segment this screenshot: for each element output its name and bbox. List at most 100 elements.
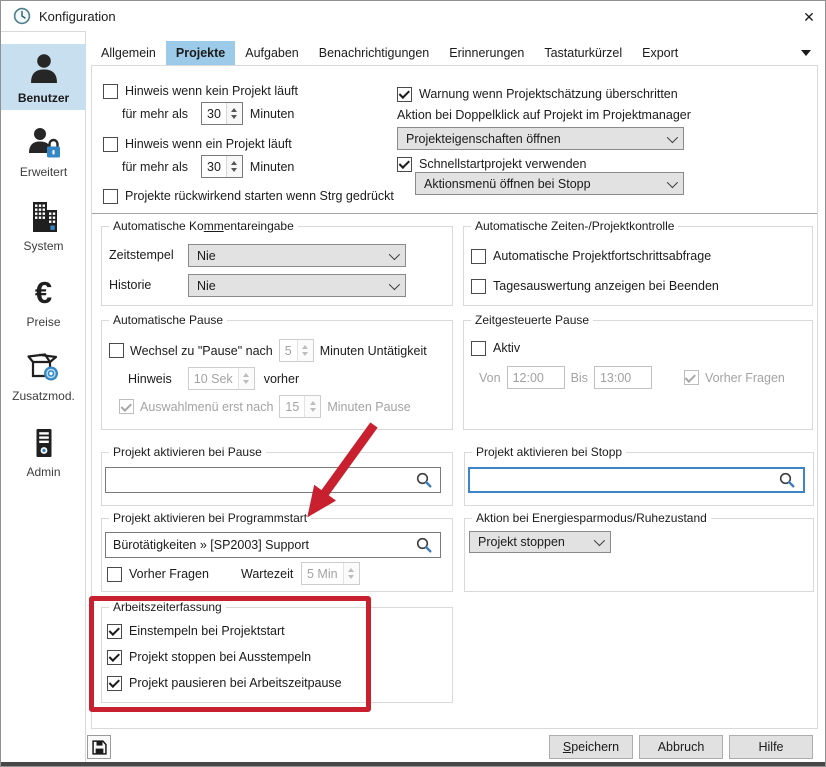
sidebar-item-benutzer[interactable]: Benutzer (1, 44, 86, 110)
energy-action-select[interactable]: Projekt stoppen (469, 531, 611, 553)
tab-bar: Allgemein Projekte Aufgaben Benachrichti… (91, 41, 688, 65)
search-icon[interactable] (778, 471, 796, 489)
checkbox-label: Auswahlmenü erst nach (140, 400, 273, 414)
sidebar: Benutzer Erweitert (1, 31, 86, 764)
tab-export[interactable]: Export (632, 41, 688, 65)
clock-app-icon (13, 7, 31, 25)
checkbox-label: Aktiv (493, 341, 520, 355)
historie-label: Historie (109, 278, 151, 292)
window-title: Konfiguration (39, 9, 116, 24)
hint-label: Hinweis (128, 372, 172, 386)
window-bottom-edge (1, 762, 825, 766)
search-icon[interactable] (415, 536, 433, 554)
sidebar-item-label: Preise (26, 315, 60, 329)
sidebar-item-label: Zusatzmod. (12, 389, 75, 403)
checkbox-estimate-warning[interactable] (397, 87, 412, 102)
checkbox-selection-menu (119, 399, 134, 414)
project-search-stopp[interactable] (468, 467, 805, 493)
group-title: Zeitgesteuerte Pause (471, 313, 593, 327)
for-more-than-label: für mehr als (122, 160, 188, 174)
tab-allgemein[interactable]: Allgemein (91, 41, 166, 65)
checkbox-one-project[interactable] (103, 137, 118, 152)
stepper-up-icon (231, 108, 237, 112)
chevron-down-icon (594, 535, 605, 546)
chevron-down-icon (389, 248, 400, 259)
checkbox-vorher-fragen-start[interactable] (107, 567, 122, 582)
close-icon[interactable]: ✕ (797, 6, 821, 28)
idle-tail-label: Minuten Untätigkeit (320, 344, 427, 358)
sidebar-item-label: Admin (26, 465, 60, 479)
checkbox-label: Automatische Projektfortschrittsabfrage (493, 249, 711, 263)
checkbox-row-daily-report[interactable]: Tagesauswertung anzeigen bei Beenden (471, 277, 719, 295)
computer-tower-icon (26, 425, 62, 461)
selected-option: Projekteigenschaften öffnen (406, 132, 561, 146)
checkbox-no-project[interactable] (103, 84, 118, 99)
group-title: Projekt aktivieren bei Pause (109, 445, 266, 459)
stepper-up-icon (310, 401, 316, 405)
one-project-minutes-stepper[interactable]: 30 (201, 155, 243, 178)
checkbox-row-retroactive[interactable]: Projekte rückwirkend starten wenn Strg g… (103, 187, 394, 205)
tab-erinnerungen[interactable]: Erinnerungen (439, 41, 534, 65)
checkbox-daily-report[interactable] (471, 279, 486, 294)
sidebar-item-preise[interactable]: € Preise (1, 268, 86, 334)
sidebar-item-erweitert[interactable]: Erweitert (1, 118, 86, 184)
doubleclick-action-select[interactable]: Projekteigenschaften öffnen (397, 127, 684, 150)
no-project-duration-row: für mehr als 30 Minuten (122, 102, 294, 125)
tab-tastaturkuerzel[interactable]: Tastaturkürzel (534, 41, 632, 65)
stepper-down-icon (231, 168, 237, 172)
checkbox-label: Projekte rückwirkend starten wenn Strg g… (125, 189, 394, 203)
sidebar-item-admin[interactable]: Admin (1, 418, 86, 484)
tab-benachrichtigungen[interactable]: Benachrichtigungen (309, 41, 440, 65)
checkbox-row-no-project[interactable]: Hinweis wenn kein Projekt läuft (103, 82, 298, 100)
checkbox-label: Schnellstartprojekt verwenden (419, 157, 586, 171)
historie-select[interactable]: Nie (188, 274, 406, 297)
tab-aufgaben[interactable]: Aufgaben (235, 41, 309, 65)
checkbox-row-warning[interactable]: Warnung wenn Projektschätzung überschrit… (397, 85, 678, 103)
idle-minutes-stepper[interactable]: 5 (279, 339, 314, 362)
doubleclick-action-label: Aktion bei Doppelklick auf Projekt im Pr… (397, 108, 691, 122)
one-project-duration-row: für mehr als 30 Minuten (122, 155, 294, 178)
group-energiesparmodus: Aktion bei Energiesparmodus/Ruhezustand (464, 518, 814, 592)
checkbox-quickstart[interactable] (397, 157, 412, 172)
checkbox-progress-query[interactable] (471, 249, 486, 264)
search-icon[interactable] (415, 471, 433, 489)
checkbox-row-vorher-fragen-start[interactable]: Vorher Fragen (107, 565, 209, 583)
tab-overflow-caret-icon[interactable] (801, 50, 811, 56)
user-lock-icon (26, 125, 62, 161)
zeitstempel-select[interactable]: Nie (188, 244, 406, 267)
project-search-programmstart[interactable]: Bürotätigkeiten » [SP2003] Support (105, 532, 441, 558)
tab-projekte[interactable]: Projekte (166, 41, 235, 65)
von-label: Von (479, 371, 501, 385)
no-project-minutes-stepper[interactable]: 30 (201, 102, 243, 125)
save-icon-button[interactable] (87, 735, 111, 759)
checkbox-aktiv[interactable] (471, 341, 486, 356)
hint-seconds-stepper[interactable]: 10 Sek (188, 367, 255, 390)
checkbox-row-one-project[interactable]: Hinweis wenn ein Projekt läuft (103, 135, 292, 153)
quickstart-action-select[interactable]: Aktionsmenü öffnen bei Stopp (415, 172, 684, 195)
search-value: Bürotätigkeiten » [SP2003] Support (113, 538, 309, 552)
euro-icon: € (26, 275, 62, 311)
checkbox-retroactive-start[interactable] (103, 189, 118, 204)
stepper-down-icon (231, 115, 237, 119)
title-bar: Konfiguration ✕ (1, 1, 825, 31)
checkbox-row-quickstart[interactable]: Schnellstartprojekt verwenden (397, 155, 586, 173)
wartezeit-label: Wartezeit (241, 567, 293, 581)
hilfe-button[interactable]: Hilfe (729, 735, 813, 759)
checkbox-label: Warnung wenn Projektschätzung überschrit… (419, 87, 678, 101)
autopause-hint-row: Hinweis 10 Sek vorher (128, 367, 299, 390)
bis-time-field[interactable]: 13:00 (594, 366, 652, 389)
zeitstempel-label: Zeitstempel (109, 248, 174, 262)
von-time-field[interactable]: 12:00 (507, 366, 565, 389)
checkbox-row-progress-query[interactable]: Automatische Projektfortschrittsabfrage (471, 247, 711, 265)
wartezeit-stepper[interactable]: 5 Min (301, 562, 360, 585)
building-icon (26, 199, 62, 235)
abbruch-button[interactable]: Abbruch (639, 735, 723, 759)
speichern-button[interactable]: Speichern (549, 735, 633, 759)
checkbox-row-aktiv[interactable]: Aktiv (471, 339, 520, 357)
autopause-switch-row[interactable]: Wechsel zu "Pause" nach 5 Minuten Untäti… (109, 339, 427, 362)
sidebar-item-system[interactable]: System (1, 192, 86, 258)
red-highlight-rectangle (89, 596, 371, 712)
sidebar-item-zusatzmod[interactable]: Zusatzmod. (1, 342, 86, 408)
user-icon (26, 51, 62, 87)
checkbox-autopause[interactable] (109, 343, 124, 358)
